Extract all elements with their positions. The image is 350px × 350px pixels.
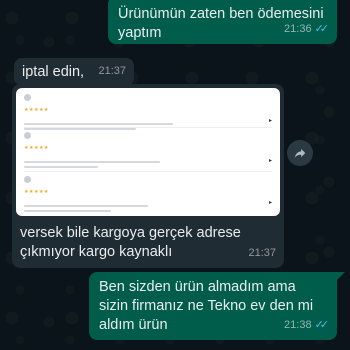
review-screenshot-image[interactable]: ★★★★★ ▸ ★★★★★ ▸ ★★★★★ ▸ [16,88,280,216]
star-rating: ★★★★★ [24,107,49,113]
incoming-message[interactable]: iptal edin, 21:37 [14,58,134,86]
star-rating: ★★★★★ [24,189,49,195]
forward-share-button[interactable] [287,140,313,166]
avatar [24,176,31,183]
review-item: ★★★★★ ▸ [24,94,272,130]
outgoing-message[interactable]: Ben sizden ürün almadım ama sizin firman… [89,272,337,340]
star-rating: ★★★★★ [24,145,49,151]
message-meta: 21:36 ✓✓ [284,20,329,39]
bubble-tail [337,272,345,280]
message-meta: 21:37 [98,62,126,81]
chevron-right-icon: ▸ [268,118,272,124]
message-text: iptal edin, [22,64,85,80]
message-time: 21:37 [248,247,276,259]
message-meta: 21:38 ✓✓ [284,316,329,335]
chevron-right-icon: ▸ [268,200,272,206]
message-meta: 21:37 [248,244,276,263]
avatar [24,132,31,139]
forward-share-icon [294,148,306,158]
message-time: 21:36 [284,23,312,35]
message-time: 21:37 [98,65,126,77]
message-text: Ben sizden ürün almadım ama sizin firman… [99,279,314,333]
message-time: 21:38 [284,319,312,331]
review-item: ★★★★★ ▸ [24,176,272,212]
chevron-right-icon: ▸ [268,158,272,164]
outgoing-message[interactable]: Ürünümün zaten ben ödemesini yaptım 21:3… [108,0,337,44]
double-check-icon: ✓✓ [314,319,330,331]
avatar [24,94,31,101]
double-check-icon: ✓✓ [314,23,330,35]
incoming-image-message[interactable]: ★★★★★ ▸ ★★★★★ ▸ ★★★★★ ▸ versek bile karg… [12,84,284,268]
image-caption: versek bile kargoya gerçek adrese çıkmıy… [20,225,241,260]
review-item: ★★★★★ ▸ [24,132,272,172]
